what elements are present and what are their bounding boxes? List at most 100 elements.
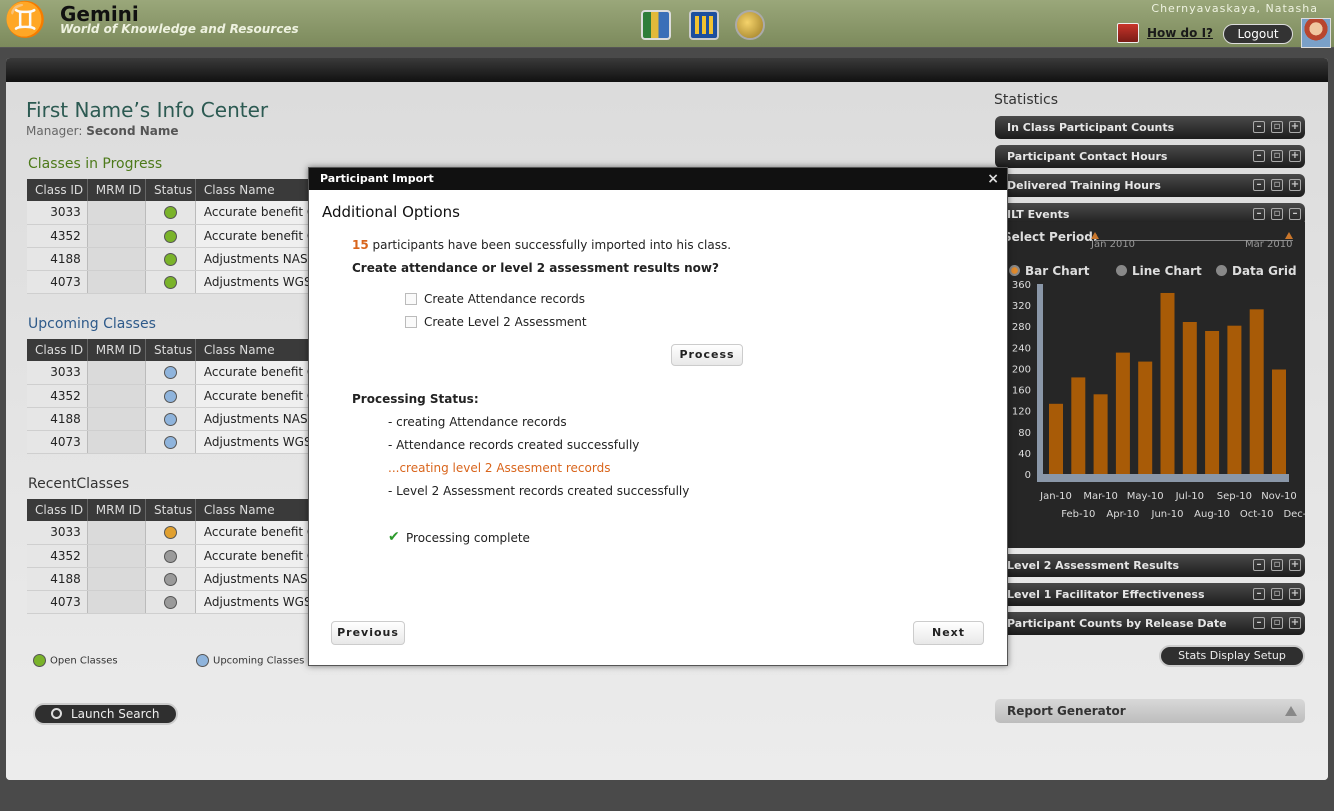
table-row[interactable]: 4188 Adjustments NASC bbox=[27, 247, 318, 271]
table-row[interactable]: 4352 Accurate benefit C bbox=[27, 384, 318, 408]
previous-button[interactable]: Previous bbox=[331, 621, 405, 645]
next-button[interactable]: Next bbox=[913, 621, 984, 645]
col-mrm-id[interactable]: MRM ID bbox=[87, 179, 147, 201]
col-class-name[interactable]: Class Name bbox=[195, 339, 318, 361]
period-end-handle[interactable] bbox=[1285, 232, 1293, 239]
launch-search-button[interactable]: Launch Search bbox=[33, 703, 178, 725]
table-row[interactable]: 4073 Adjustments WGS bbox=[27, 590, 318, 614]
table-row[interactable]: 4188 Adjustments NASC bbox=[27, 567, 318, 591]
chart-bar[interactable] bbox=[1182, 322, 1197, 474]
table-row[interactable]: 3033 Accurate benefit C bbox=[27, 361, 318, 385]
attendance-checkbox[interactable] bbox=[405, 293, 417, 305]
close-icon[interactable]: × bbox=[987, 168, 999, 190]
chart-bar[interactable] bbox=[1227, 325, 1242, 474]
col-mrm-id[interactable]: MRM ID bbox=[87, 499, 147, 521]
class-name-cell[interactable]: Accurate benefit C bbox=[195, 361, 318, 385]
expand-icon[interactable]: + bbox=[1289, 617, 1301, 629]
shield-icon[interactable] bbox=[735, 10, 765, 40]
avatar[interactable] bbox=[1301, 18, 1331, 48]
col-status[interactable]: Status bbox=[145, 179, 196, 201]
minimize-icon[interactable]: – bbox=[1253, 588, 1265, 600]
class-name-cell[interactable]: Adjustments WGS bbox=[195, 430, 318, 454]
bar-chart-radio[interactable]: Bar Chart bbox=[1009, 264, 1089, 278]
table-row[interactable]: 4352 Accurate benefit C bbox=[27, 544, 318, 568]
expand-icon[interactable]: + bbox=[1289, 150, 1301, 162]
chart-bar[interactable] bbox=[1049, 403, 1063, 474]
expand-icon[interactable]: + bbox=[1289, 121, 1301, 133]
expand-icon[interactable]: + bbox=[1289, 559, 1301, 571]
books-icon[interactable] bbox=[641, 10, 671, 40]
table-row[interactable]: 3033 Accurate benefit C bbox=[27, 521, 318, 545]
col-class-name[interactable]: Class Name bbox=[195, 499, 318, 521]
calculator-icon[interactable] bbox=[689, 10, 719, 40]
class-name-cell[interactable]: Adjustments WGS bbox=[195, 590, 318, 614]
process-button[interactable]: Process bbox=[671, 344, 743, 366]
class-name-cell[interactable]: Accurate benefit C bbox=[195, 384, 318, 408]
chart-bar[interactable] bbox=[1205, 330, 1220, 474]
table-row[interactable]: 4073 Adjustments WGS bbox=[27, 270, 318, 294]
col-mrm-id[interactable]: MRM ID bbox=[87, 339, 147, 361]
table-row[interactable]: 3033 Accurate benefit C bbox=[27, 201, 318, 225]
restore-icon[interactable]: ▫ bbox=[1271, 588, 1283, 600]
stats-panel-participant-counts-by-release-date[interactable]: Participant Counts by Release Date – ▫ + bbox=[995, 612, 1305, 635]
col-class-id[interactable]: Class ID bbox=[27, 499, 88, 521]
stats-panel-level-1-facilitator-effectiveness[interactable]: Level 1 Facilitator Effectiveness – ▫ + bbox=[995, 583, 1305, 606]
minimize-icon[interactable]: – bbox=[1253, 559, 1265, 571]
minimize-icon[interactable]: – bbox=[1253, 150, 1265, 162]
level2-checkbox[interactable] bbox=[405, 316, 417, 328]
class-name-cell[interactable]: Accurate benefit C bbox=[195, 201, 318, 225]
restore-icon[interactable]: ▫ bbox=[1271, 617, 1283, 629]
restore-icon[interactable]: ▫ bbox=[1271, 179, 1283, 191]
chart-bar[interactable] bbox=[1093, 394, 1108, 474]
stats-display-setup-button[interactable]: Stats Display Setup bbox=[1159, 645, 1305, 667]
table-row[interactable]: 4352 Accurate benefit C bbox=[27, 224, 318, 248]
restore-icon[interactable]: ▫ bbox=[1271, 121, 1283, 133]
collapse-icon[interactable]: – bbox=[1289, 208, 1301, 220]
stats-panel-level-2-assessment-results[interactable]: Level 2 Assessment Results – ▫ + bbox=[995, 554, 1305, 577]
help-book-icon[interactable] bbox=[1117, 23, 1139, 43]
minimize-icon[interactable]: – bbox=[1253, 179, 1265, 191]
chart-bar[interactable] bbox=[1115, 352, 1130, 474]
col-class-name[interactable]: Class Name bbox=[195, 179, 318, 201]
line-chart-radio[interactable]: Line Chart bbox=[1116, 264, 1202, 278]
col-class-id[interactable]: Class ID bbox=[27, 179, 88, 201]
class-name-cell[interactable]: Accurate benefit C bbox=[195, 544, 318, 568]
stats-panel-participant-contact-hours[interactable]: Participant Contact Hours – ▫ + bbox=[995, 145, 1305, 168]
chart-bar[interactable] bbox=[1138, 361, 1153, 474]
col-status[interactable]: Status bbox=[145, 499, 196, 521]
class-name-cell[interactable]: Adjustments NASC bbox=[195, 407, 318, 431]
class-name-cell[interactable]: Accurate benefit C bbox=[195, 224, 318, 248]
minimize-icon[interactable]: – bbox=[1253, 617, 1265, 629]
class-name-cell[interactable]: Adjustments NASC bbox=[195, 247, 318, 271]
table-row[interactable]: 4188 Adjustments NASC bbox=[27, 407, 318, 431]
minimize-icon[interactable]: – bbox=[1253, 208, 1265, 220]
restore-icon[interactable]: ▫ bbox=[1271, 559, 1283, 571]
col-status[interactable]: Status bbox=[145, 339, 196, 361]
how-do-i-link[interactable]: How do I? bbox=[1147, 26, 1213, 40]
minimize-icon[interactable]: – bbox=[1253, 121, 1265, 133]
chart-bar[interactable] bbox=[1160, 292, 1175, 474]
logout-button[interactable]: Logout bbox=[1223, 24, 1293, 44]
attendance-checkbox-label[interactable]: Create Attendance records bbox=[424, 292, 585, 306]
expand-up-icon[interactable] bbox=[1285, 706, 1297, 716]
chart-bar[interactable] bbox=[1272, 369, 1286, 475]
period-start-handle[interactable] bbox=[1091, 232, 1099, 239]
class-name-cell[interactable]: Adjustments NASC bbox=[195, 567, 318, 591]
status-dot-icon bbox=[163, 549, 177, 563]
restore-icon[interactable]: ▫ bbox=[1271, 150, 1283, 162]
expand-icon[interactable]: + bbox=[1289, 588, 1301, 600]
col-class-id[interactable]: Class ID bbox=[27, 339, 88, 361]
class-name-cell[interactable]: Accurate benefit C bbox=[195, 521, 318, 545]
chart-bar[interactable] bbox=[1249, 309, 1264, 474]
chart-bar[interactable] bbox=[1071, 377, 1086, 474]
class-name-cell[interactable]: Adjustments WGS bbox=[195, 270, 318, 294]
manager-name: Second Name bbox=[86, 124, 179, 138]
stats-panel-delivered-training-hours[interactable]: Delivered Training Hours – ▫ + bbox=[995, 174, 1305, 197]
data-grid-radio[interactable]: Data Grid bbox=[1216, 264, 1297, 278]
expand-icon[interactable]: + bbox=[1289, 179, 1301, 191]
table-row[interactable]: 4073 Adjustments WGS bbox=[27, 430, 318, 454]
stats-panel-in-class-participant-counts[interactable]: In Class Participant Counts – ▫ + bbox=[995, 116, 1305, 139]
restore-icon[interactable]: ▫ bbox=[1271, 208, 1283, 220]
report-generator-bar[interactable]: Report Generator bbox=[995, 699, 1305, 723]
level2-checkbox-label[interactable]: Create Level 2 Assessment bbox=[424, 315, 587, 329]
